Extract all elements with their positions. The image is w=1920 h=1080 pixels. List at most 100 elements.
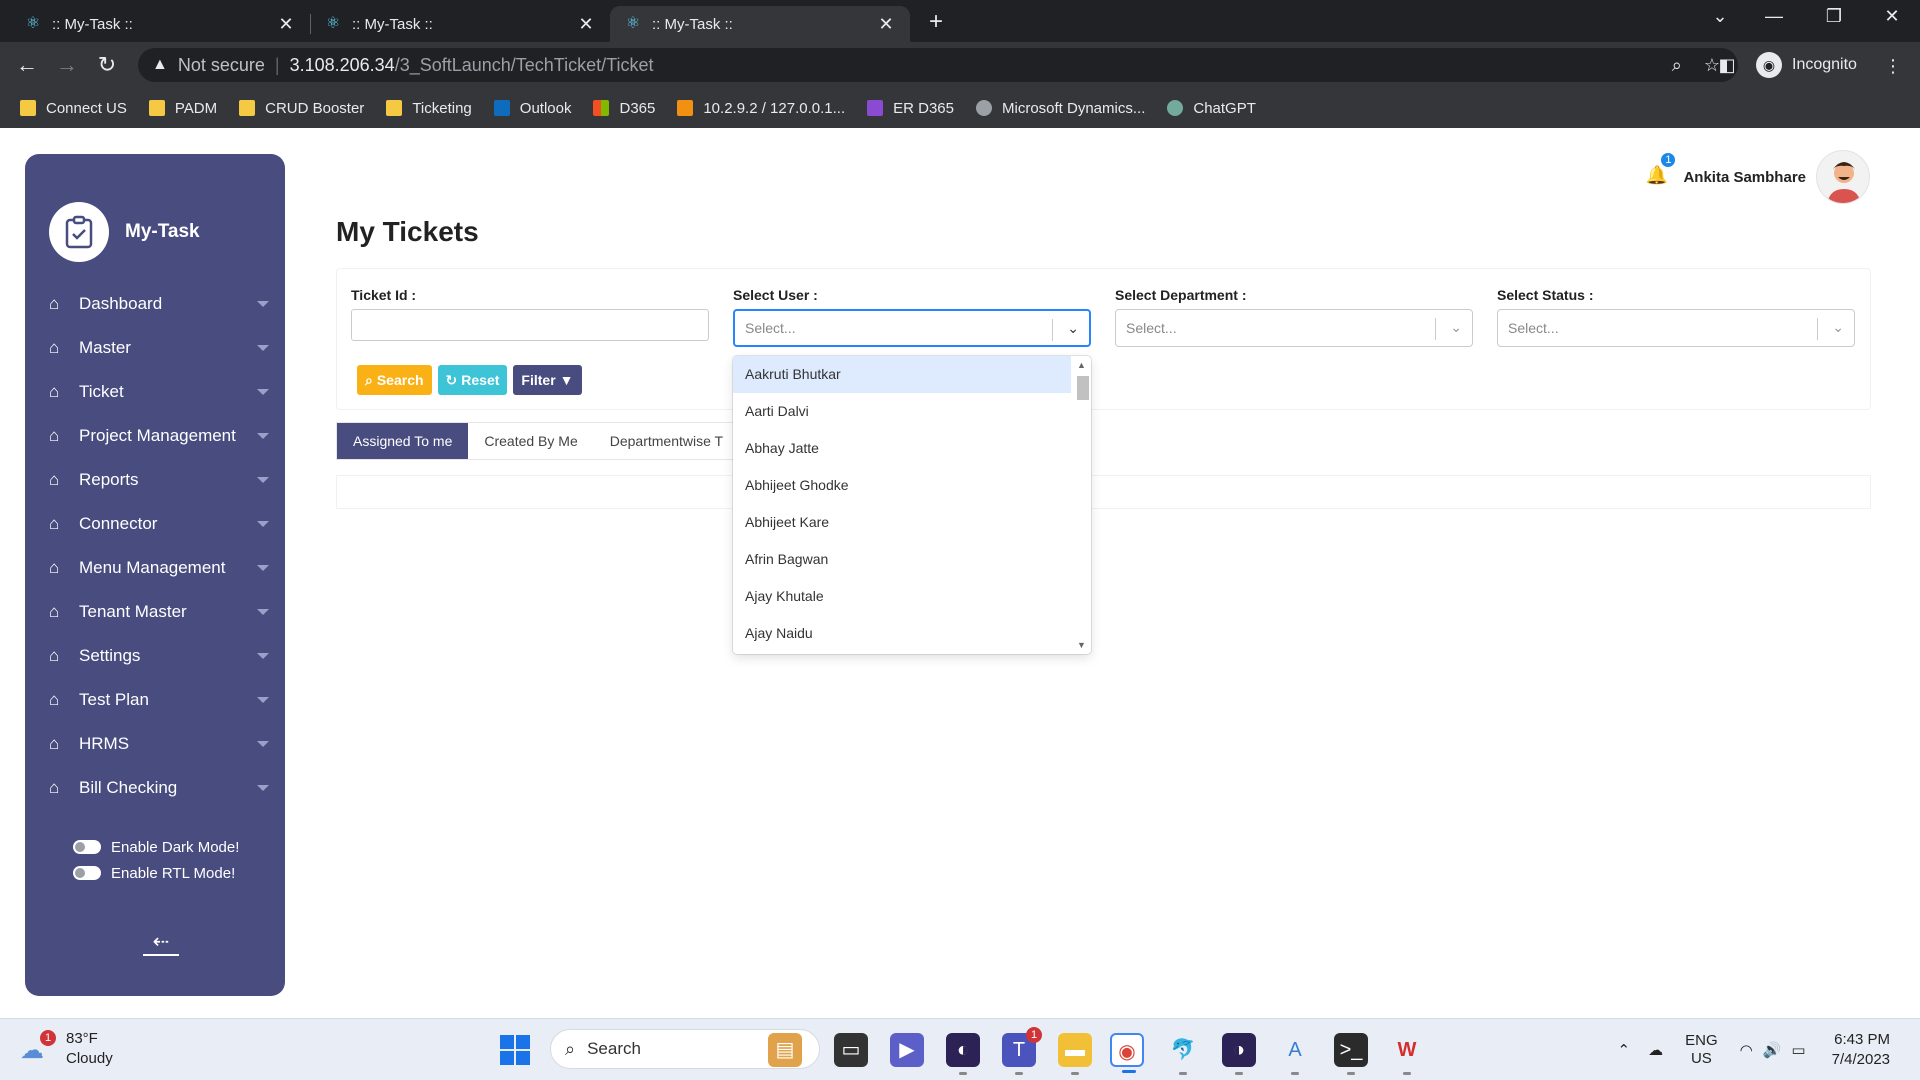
eclipse-icon[interactable]: ◐ [946, 1033, 980, 1075]
user-option[interactable]: Ajay Naidu [733, 615, 1071, 652]
sidebar-item-tenant-master[interactable]: ⌂ Tenant Master [49, 590, 269, 634]
sidebar-item-connector[interactable]: ⌂ Connector [49, 502, 269, 546]
rtl-mode-toggle[interactable] [73, 866, 101, 880]
filter-button[interactable]: Filter ▼ [513, 365, 582, 395]
user-option[interactable]: Abhijeet Kare [733, 504, 1071, 541]
minimize-icon[interactable]: — [1754, 6, 1794, 27]
chrome-icon[interactable]: ◉ [1110, 1033, 1144, 1073]
scroll-up-icon[interactable]: ▲ [1077, 360, 1086, 370]
bookmark-label: CRUD Booster [265, 99, 365, 117]
home-icon: ⌂ [49, 338, 60, 357]
forward-icon[interactable]: → [52, 50, 82, 80]
tab-assigned-to-me[interactable]: Assigned To me [337, 423, 469, 459]
reload-icon[interactable]: ↻ [92, 50, 122, 80]
bookmark-phpmyadmin[interactable]: 10.2.9.2 / 127.0.0.1... [677, 100, 845, 117]
bookmark-microsoft-dynamics[interactable]: Microsoft Dynamics... [976, 100, 1145, 117]
running-indicator [1071, 1072, 1079, 1075]
url-bar[interactable]: ▲ Not secure | 3.108.206.34 /3_SoftLaunc… [138, 48, 1738, 82]
tab-departmentwise[interactable]: Departmentwise T [594, 423, 739, 459]
wps-office-icon[interactable]: W [1390, 1033, 1424, 1075]
sidebar-item-dashboard[interactable]: ⌂ Dashboard [49, 282, 269, 326]
browser-tab-1[interactable]: ⚛ :: My-Task :: ✕ [10, 6, 310, 42]
user-option[interactable]: Abhay Jatte [733, 430, 1071, 467]
sidebar-item-menu-management[interactable]: ⌂ Menu Management [49, 546, 269, 590]
new-tab-button[interactable]: + [922, 8, 950, 36]
wifi-icon[interactable]: ◠ [1740, 1041, 1753, 1059]
chevron-up-icon[interactable]: ⌃ [1618, 1041, 1631, 1059]
mysql-workbench-icon[interactable]: 🐬 [1166, 1033, 1200, 1075]
meet-video-icon[interactable]: ▶ [890, 1033, 924, 1067]
tab-title: :: My-Task :: [652, 15, 733, 33]
bookmark-crud-booster[interactable]: CRUD Booster [239, 100, 364, 117]
onedrive-icon[interactable]: ☁ [1648, 1041, 1663, 1059]
bookmark-chatgpt[interactable]: ChatGPT [1167, 100, 1256, 117]
windows-start-icon[interactable] [500, 1035, 530, 1065]
task-view-icon[interactable]: ▭ [834, 1033, 868, 1067]
bookmark-outlook[interactable]: Outlook [493, 100, 571, 117]
sidebar-item-reports[interactable]: ⌂ Reports [49, 458, 269, 502]
menu-kebab-icon[interactable]: ⋮ [1884, 56, 1902, 77]
teams-icon[interactable]: T1 [1002, 1027, 1042, 1075]
terminal-icon[interactable]: >_ [1334, 1033, 1368, 1075]
scroll-thumb[interactable] [1077, 376, 1089, 400]
language-indicator[interactable]: ENG US [1685, 1032, 1718, 1068]
search-button[interactable]: ⌕ Search [357, 365, 432, 395]
user-option[interactable]: Aarti Dalvi [733, 393, 1071, 430]
profile-button[interactable]: ◉ Incognito [1756, 48, 1857, 82]
dark-mode-toggle[interactable] [73, 840, 101, 854]
back-icon[interactable]: ← [12, 50, 42, 80]
sidebar-item-test-plan[interactable]: ⌂ Test Plan [49, 678, 269, 722]
browser-tab-3[interactable]: ⚛ :: My-Task :: ✕ [610, 6, 910, 42]
scroll-down-icon[interactable]: ▼ [1077, 640, 1086, 650]
user-option[interactable]: Abhijeet Ghodke [733, 467, 1071, 504]
sidebar-item-project-management[interactable]: ⌂ Project Management [49, 414, 269, 458]
weather-widget[interactable]: ☁ 1 83°F Cloudy [20, 1029, 113, 1069]
app-icon[interactable]: A [1278, 1033, 1312, 1075]
bookmark-er-d365[interactable]: ER D365 [867, 100, 954, 117]
sidebar-item-ticket[interactable]: ⌂ Ticket [49, 370, 269, 414]
brand[interactable]: My-Task [49, 202, 200, 262]
bookmark-d365[interactable]: D365 [593, 100, 655, 117]
divider [1435, 318, 1436, 340]
bookmark-padm[interactable]: PADM [148, 100, 217, 117]
sidebar-item-settings[interactable]: ⌂ Settings [49, 634, 269, 678]
bookmark-ticketing[interactable]: Ticketing [386, 100, 472, 117]
sidebar-item-hrms[interactable]: ⌂ HRMS [49, 722, 269, 766]
side-panel-icon[interactable]: ◧ [1712, 50, 1742, 80]
user-option[interactable]: Aakruti Bhutkar [733, 356, 1071, 393]
close-icon[interactable]: ✕ [576, 14, 596, 35]
select-status-dropdown[interactable]: Select... ⌄ [1497, 309, 1855, 347]
close-window-icon[interactable]: ✕ [1872, 6, 1912, 27]
close-icon[interactable]: ✕ [876, 14, 896, 35]
tab-search-icon[interactable]: ⌄ [1700, 6, 1740, 27]
ticket-id-input[interactable] [351, 309, 709, 341]
sidebar-item-bill-checking[interactable]: ⌂ Bill Checking [49, 766, 269, 810]
file-explorer-icon[interactable]: ▬ [1058, 1033, 1092, 1075]
bell-icon[interactable]: 🔔 1 [1645, 153, 1676, 189]
dropdown-scrollbar[interactable]: ▲ ▼ [1075, 360, 1089, 650]
user-option[interactable]: Ajay Khutale [733, 578, 1071, 615]
select-user-dropdown[interactable]: Select... ⌄ [733, 309, 1091, 347]
browser-tab-2[interactable]: ⚛ :: My-Task :: ✕ [310, 6, 610, 42]
bookmark-connect-us[interactable]: Connect US [20, 100, 127, 117]
ticket-id-label: Ticket Id : [351, 287, 417, 303]
chevron-down-icon[interactable]: ⌄ [1832, 319, 1844, 336]
rtl-mode-toggle-row: Enable RTL Mode! [73, 860, 239, 886]
eclipse-alt-icon[interactable]: ◑ [1222, 1033, 1256, 1075]
clock[interactable]: 6:43 PM 7/4/2023 [1832, 1030, 1890, 1070]
select-department-dropdown[interactable]: Select... ⌄ [1115, 309, 1473, 347]
tab-created-by-me[interactable]: Created By Me [468, 423, 593, 459]
chevron-down-icon[interactable]: ⌄ [1067, 320, 1079, 337]
sidebar-item-master[interactable]: ⌂ Master [49, 326, 269, 370]
close-icon[interactable]: ✕ [276, 14, 296, 35]
zoom-icon[interactable]: ⌕ [1672, 55, 1682, 76]
restore-icon[interactable]: ❐ [1814, 6, 1854, 27]
chevron-down-icon[interactable]: ⌄ [1450, 319, 1462, 336]
work-briefcase-icon[interactable]: ▤ [768, 1033, 802, 1067]
battery-icon[interactable]: ▭ [1791, 1041, 1805, 1059]
volume-icon[interactable]: 🔊 [1763, 1041, 1782, 1059]
reset-button[interactable]: ↻ Reset [437, 365, 508, 395]
avatar[interactable] [1816, 150, 1870, 204]
collapse-sidebar-icon[interactable]: ⇠ [143, 932, 179, 956]
user-option[interactable]: Afrin Bagwan [733, 541, 1071, 578]
